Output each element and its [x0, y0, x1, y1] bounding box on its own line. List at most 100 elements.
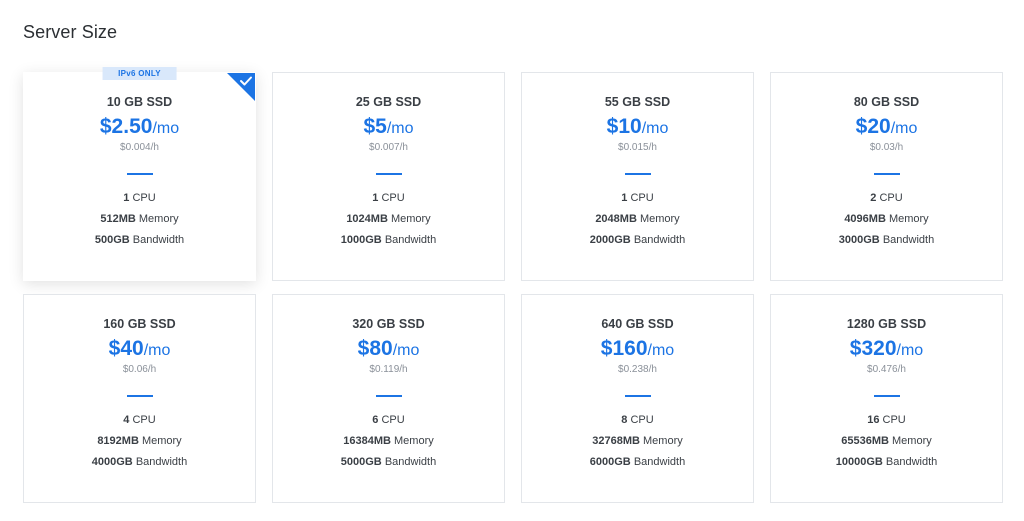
plan-divider [126, 173, 153, 175]
server-size-page: Server Size IPv6 ONLY 10 GB SSD $2.50/mo… [0, 0, 1024, 521]
plan-bandwidth: 6000GB Bandwidth [522, 457, 753, 468]
plan-memory-label: Memory [639, 213, 680, 225]
plan-memory: 65536MB Memory [771, 436, 1002, 447]
plan-memory: 2048MB Memory [522, 214, 753, 225]
plan-cpu-count: 1 [372, 192, 379, 204]
plan-price: $20/mo [771, 116, 1002, 137]
plan-price: $2.50/mo [24, 116, 255, 137]
plan-storage: 1280 GB SSD [846, 317, 927, 331]
plan-bandwidth-label: Bandwidth [384, 456, 437, 468]
plan-price-amount: $40 [108, 337, 144, 360]
plan-price-amount: $2.50 [99, 115, 153, 138]
plan-cpu: 1 CPU [24, 193, 255, 204]
plan-card-160gb[interactable]: 160 GB SSD $40/mo $0.06/h 4 CPU 8192MB M… [23, 294, 256, 503]
plan-bandwidth: 10000GB Bandwidth [771, 457, 1002, 468]
plan-cpu-count: 1 [621, 192, 628, 204]
plan-memory-label: Memory [138, 213, 179, 225]
plan-price-unit: /mo [647, 342, 675, 359]
plan-bandwidth-label: Bandwidth [384, 234, 437, 246]
plan-cpu-count: 6 [372, 414, 379, 426]
plan-bandwidth-label: Bandwidth [882, 234, 935, 246]
plan-cpu: 2 CPU [771, 193, 1002, 204]
plan-bandwidth-value: 6000GB [589, 456, 631, 468]
plan-memory: 32768MB Memory [522, 436, 753, 447]
plan-cpu: 4 CPU [24, 415, 255, 426]
plan-hourly-price: $0.004/h [120, 142, 159, 153]
plan-bandwidth-value: 4000GB [91, 456, 133, 468]
plan-divider [375, 173, 402, 175]
plan-price-amount: $160 [600, 337, 648, 360]
plan-storage: 160 GB SSD [103, 317, 176, 331]
plan-price-unit: /mo [143, 342, 171, 359]
plan-price-amount: $80 [357, 337, 393, 360]
plan-storage: 640 GB SSD [601, 317, 674, 331]
plan-divider [624, 173, 651, 175]
plan-memory-label: Memory [141, 435, 182, 447]
plan-card-1280gb[interactable]: 1280 GB SSD $320/mo $0.476/h 16 CPU 6553… [770, 294, 1003, 503]
plan-storage: 55 GB SSD [604, 95, 671, 109]
plan-hourly-price: $0.007/h [369, 142, 408, 153]
plan-divider [126, 395, 153, 397]
plan-price-unit: /mo [386, 120, 414, 137]
plan-cpu-count: 1 [123, 192, 130, 204]
plan-card-320gb[interactable]: 320 GB SSD $80/mo $0.119/h 6 CPU 16384MB… [272, 294, 505, 503]
plan-cpu-label: CPU [381, 414, 405, 426]
plan-bandwidth: 2000GB Bandwidth [522, 235, 753, 246]
plan-card-55gb[interactable]: 55 GB SSD $10/mo $0.015/h 1 CPU 2048MB M… [521, 72, 754, 281]
plan-memory-value: 512MB [100, 213, 136, 225]
plan-bandwidth: 3000GB Bandwidth [771, 235, 1002, 246]
plan-bandwidth: 500GB Bandwidth [24, 235, 255, 246]
plan-hourly-price: $0.119/h [369, 364, 408, 375]
plan-memory-label: Memory [643, 435, 683, 447]
plan-storage: 10 GB SSD [106, 95, 173, 109]
plan-cpu-label: CPU [132, 414, 156, 426]
plan-cpu-count: 8 [621, 414, 628, 426]
plan-cpu-label: CPU [132, 192, 156, 204]
plan-memory-value: 65536MB [841, 435, 889, 447]
plan-hourly-price: $0.06/h [122, 364, 157, 375]
plan-hourly-price: $0.015/h [618, 142, 657, 153]
plan-card-10gb[interactable]: IPv6 ONLY 10 GB SSD $2.50/mo $0.004/h 1 … [23, 67, 256, 281]
plan-cpu-count: 2 [870, 192, 877, 204]
plan-bandwidth-value: 1000GB [340, 234, 382, 246]
plan-hourly-price: $0.476/h [867, 364, 906, 375]
plan-memory-label: Memory [390, 213, 431, 225]
selected-checkmark-icon [227, 73, 255, 101]
plan-price-unit: /mo [896, 342, 924, 359]
plan-bandwidth-label: Bandwidth [885, 456, 938, 468]
plan-bandwidth-value: 5000GB [340, 456, 382, 468]
plan-bandwidth-label: Bandwidth [633, 456, 686, 468]
plan-memory-label: Memory [888, 213, 929, 225]
plan-divider [873, 173, 900, 175]
plan-cpu-label: CPU [630, 192, 654, 204]
plan-card-25gb[interactable]: 25 GB SSD $5/mo $0.007/h 1 CPU 1024MB Me… [272, 72, 505, 281]
plan-price: $5/mo [273, 116, 504, 137]
plan-cpu-label: CPU [630, 414, 654, 426]
plan-price-unit: /mo [152, 120, 180, 137]
plan-card-640gb[interactable]: 640 GB SSD $160/mo $0.238/h 8 CPU 32768M… [521, 294, 754, 503]
plan-divider [624, 395, 651, 397]
plan-storage: 25 GB SSD [355, 95, 422, 109]
plan-price-unit: /mo [890, 120, 918, 137]
plan-divider [873, 395, 900, 397]
plan-cpu-count: 4 [123, 414, 130, 426]
ipv6-only-badge: IPv6 ONLY [102, 67, 177, 80]
page-title: Server Size [23, 22, 118, 42]
plan-memory-label: Memory [892, 435, 932, 447]
plan-memory: 4096MB Memory [771, 214, 1002, 225]
plan-card-80gb[interactable]: 80 GB SSD $20/mo $0.03/h 2 CPU 4096MB Me… [770, 72, 1003, 281]
plan-bandwidth-value: 10000GB [835, 456, 883, 468]
plan-bandwidth: 1000GB Bandwidth [273, 235, 504, 246]
plan-price: $80/mo [273, 338, 504, 359]
plan-storage: 80 GB SSD [853, 95, 920, 109]
plan-memory-value: 2048MB [595, 213, 637, 225]
plan-cpu: 1 CPU [273, 193, 504, 204]
plan-price-amount: $10 [606, 115, 642, 138]
plan-bandwidth: 5000GB Bandwidth [273, 457, 504, 468]
plan-bandwidth-value: 500GB [94, 234, 130, 246]
plan-price-unit: /mo [392, 342, 420, 359]
plan-bandwidth-label: Bandwidth [633, 234, 686, 246]
plan-memory-value: 16384MB [343, 435, 391, 447]
plan-storage: 320 GB SSD [352, 317, 425, 331]
plan-cpu-label: CPU [882, 414, 906, 426]
